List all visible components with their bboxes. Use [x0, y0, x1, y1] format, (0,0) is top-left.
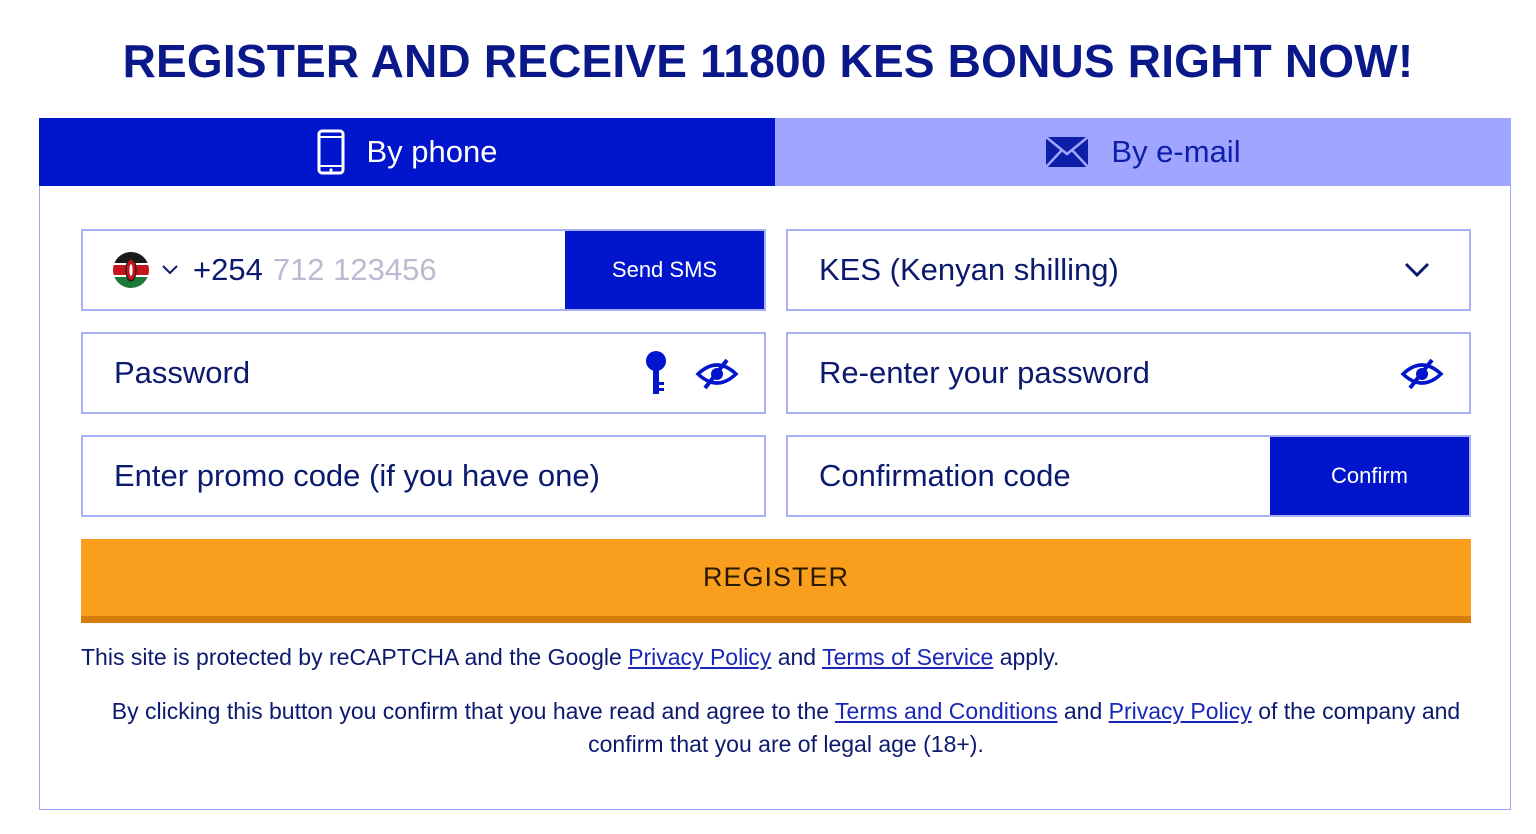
page-title: REGISTER AND RECEIVE 11800 KES BONUS RIG… — [122, 35, 1414, 87]
recaptcha-notice: This site is protected by reCAPTCHA and … — [81, 644, 1059, 671]
confirmation-code-input[interactable]: Confirmation code — [788, 458, 1071, 494]
country-code: +254 — [193, 252, 263, 287]
privacy-policy-link[interactable]: Privacy Policy — [628, 644, 771, 670]
terms-and-conditions-link[interactable]: Terms and Conditions — [835, 698, 1057, 724]
toggle-visibility-icon[interactable] — [695, 358, 739, 390]
registration-panel: By phone By e-mail +254 712 123456 Send … — [39, 118, 1511, 810]
tab-by-email[interactable]: By e-mail — [775, 118, 1511, 186]
repeat-password-field[interactable]: Re-enter your password — [786, 332, 1471, 414]
phone-input[interactable]: 712 123456 — [273, 252, 437, 288]
promo-code-input[interactable]: Enter promo code (if you have one) — [83, 458, 600, 494]
legal-and: and — [1063, 698, 1103, 724]
confirm-button[interactable]: Confirm — [1270, 437, 1469, 515]
recaptcha-suffix: apply. — [999, 644, 1060, 670]
tab-by-phone-label: By phone — [366, 134, 498, 169]
repeat-password-input[interactable]: Re-enter your password — [788, 355, 1150, 391]
confirmation-code-field[interactable]: Confirmation code Confirm — [786, 435, 1471, 517]
password-input[interactable]: Password — [83, 355, 250, 391]
legal-prefix: By clicking this button you confirm that… — [111, 698, 830, 724]
terms-of-service-link[interactable]: Terms of Service — [822, 644, 993, 670]
key-icon[interactable] — [643, 350, 669, 396]
phone-number-field[interactable]: +254 712 123456 Send SMS — [81, 229, 766, 311]
register-button[interactable]: REGISTER — [81, 539, 1471, 623]
registration-tabs: By phone By e-mail — [39, 118, 1511, 186]
kenya-flag-icon[interactable] — [113, 252, 149, 288]
currency-select-value: KES (Kenyan shilling) — [819, 252, 1119, 287]
password-field[interactable]: Password — [81, 332, 766, 414]
send-sms-button[interactable]: Send SMS — [565, 231, 764, 309]
promo-code-field[interactable]: Enter promo code (if you have one) — [81, 435, 766, 517]
chevron-down-icon[interactable] — [161, 264, 179, 276]
legal-notice: By clicking this button you confirm that… — [81, 695, 1491, 761]
tab-by-phone[interactable]: By phone — [39, 118, 775, 186]
tab-by-email-label: By e-mail — [1111, 134, 1241, 169]
recaptcha-prefix: This site is protected by reCAPTCHA and … — [81, 644, 622, 670]
currency-select[interactable]: KES (Kenyan shilling) — [786, 229, 1471, 311]
recaptcha-and: and — [777, 644, 817, 670]
phone-icon — [317, 129, 345, 175]
chevron-down-icon — [1403, 261, 1431, 279]
envelope-icon — [1045, 136, 1090, 168]
privacy-policy-link[interactable]: Privacy Policy — [1109, 698, 1252, 724]
toggle-visibility-icon[interactable] — [1400, 358, 1444, 390]
